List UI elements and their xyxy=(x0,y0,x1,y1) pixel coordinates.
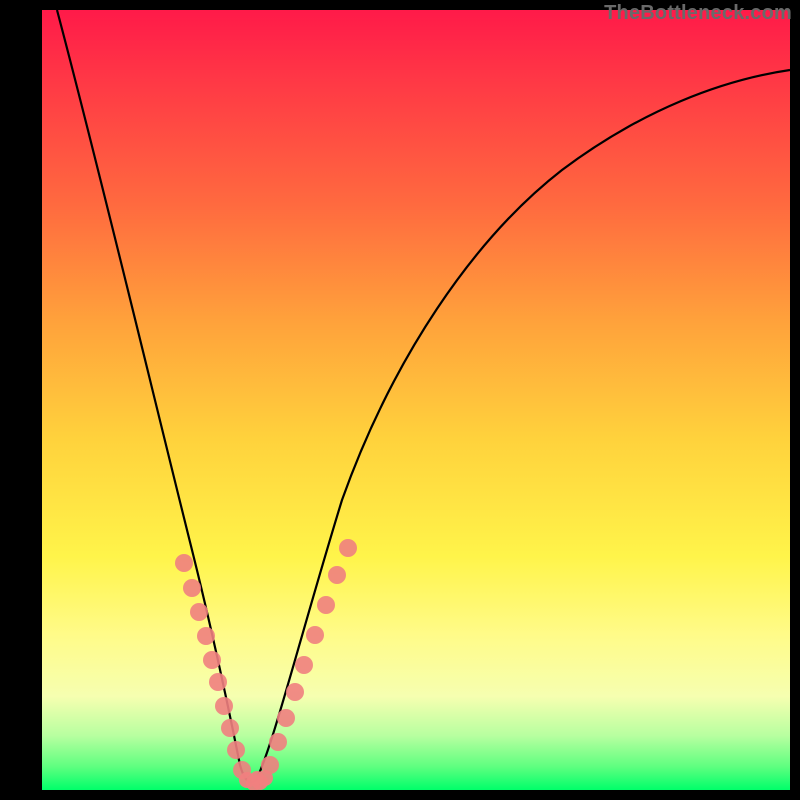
bottleneck-curve xyxy=(57,10,790,782)
data-points-left xyxy=(175,554,251,779)
valley-points xyxy=(239,770,273,790)
watermark: TheBottleneck.com xyxy=(604,2,792,25)
chart-container: TheBottleneck.com xyxy=(0,0,800,800)
data-points-right xyxy=(261,539,357,774)
plot-area xyxy=(42,10,790,790)
chart-svg xyxy=(42,10,790,790)
